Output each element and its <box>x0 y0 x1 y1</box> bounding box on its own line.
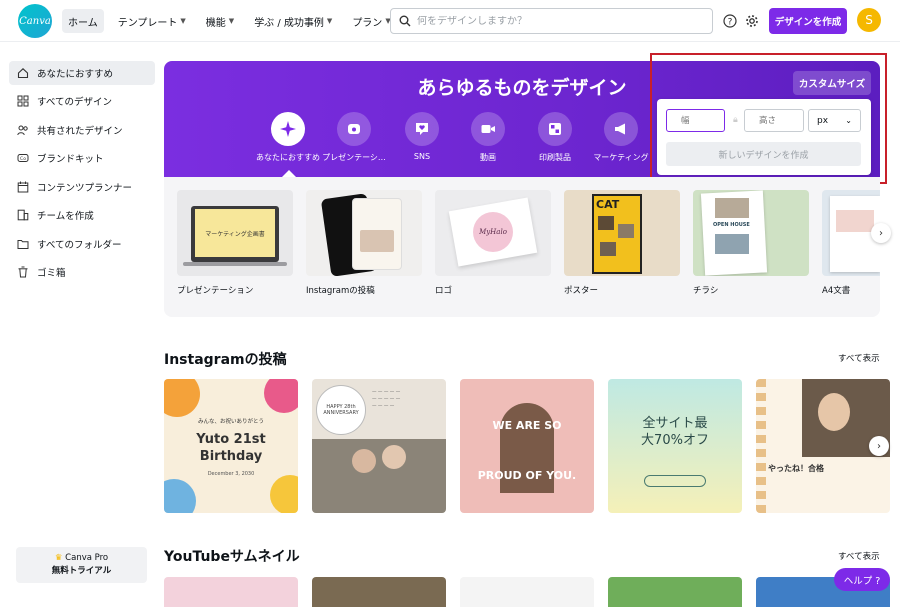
home-icon <box>17 67 29 79</box>
template-thumb: マーケティング企画書 <box>177 190 293 276</box>
svg-text:?: ? <box>728 18 733 28</box>
avatar[interactable]: S <box>857 8 881 32</box>
template-logo[interactable]: MyHalo ロゴ <box>435 190 551 296</box>
folder-icon <box>17 238 29 250</box>
sidebar-item-label: 共有されたデザイン <box>37 126 123 137</box>
sparkle-icon <box>271 112 305 146</box>
sidebar-item-shared[interactable]: 共有されたデザイン <box>9 118 155 142</box>
template-a4[interactable]: A4文書 <box>822 190 880 296</box>
trash-icon <box>17 266 29 278</box>
youtube-see-all[interactable]: すべて表示 <box>838 550 880 562</box>
highlight-box <box>650 53 887 184</box>
hero-cat-presentation[interactable]: プレゼンテーシ… <box>322 112 386 163</box>
sidebar-item-content-planner[interactable]: コンテンツプランナー <box>9 175 155 199</box>
help-icon[interactable]: ? <box>721 12 739 30</box>
video-icon <box>471 112 505 146</box>
template-thumb: CAT <box>564 190 680 276</box>
create-design-button[interactable]: デザインを作成 <box>769 8 847 34</box>
instagram-card-proud[interactable]: WE ARE SO PROUD OF YOU. <box>460 379 594 513</box>
megaphone-icon <box>604 112 638 146</box>
heart-chat-icon <box>405 112 439 146</box>
sidebar-item-label: ブランドキット <box>37 154 104 165</box>
instagram-card-anniversary[interactable]: HAPPY 28th ANNIVERSARY — — — — — — — — — … <box>312 379 446 513</box>
nav-home[interactable]: ホーム <box>62 9 104 33</box>
hero-cat-video[interactable]: 動画 <box>456 112 520 163</box>
brand-kit-icon: Co <box>17 152 29 164</box>
template-thumb <box>306 190 422 276</box>
grid-icon <box>17 95 29 107</box>
nav-templates[interactable]: テンプレート ▼ <box>112 9 192 33</box>
sidebar-item-label: すべてのデザイン <box>37 97 112 108</box>
gear-icon[interactable] <box>743 12 761 30</box>
instagram-next-button[interactable]: › <box>869 436 889 456</box>
instagram-section-title: Instagramの投稿 <box>164 352 287 368</box>
instagram-card-birthday[interactable]: みんな、お祝いありがとう Yuto 21st Birthday December… <box>164 379 298 513</box>
youtube-section-title: YouTubeサムネイル <box>164 549 300 565</box>
search-input[interactable] <box>417 15 697 27</box>
chevron-down-icon: ▼ <box>326 17 333 25</box>
sidebar-item-label: ゴミ箱 <box>37 268 66 279</box>
youtube-thumb[interactable] <box>460 577 594 607</box>
template-poster[interactable]: CAT ポスター <box>564 190 680 296</box>
users-icon <box>17 124 29 136</box>
main-nav: ホーム テンプレート ▼ 機能 ▼ 学ぶ / 成功事例 ▼ プラン ▼ <box>62 9 397 33</box>
instagram-see-all[interactable]: すべて表示 <box>838 352 880 364</box>
search-icon <box>399 15 411 27</box>
search-box[interactable] <box>390 8 713 34</box>
template-strip: マーケティング企画書 プレゼンテーション Instagramの投稿 MyHalo… <box>164 177 880 317</box>
template-thumb: OPEN HOUSE <box>693 190 809 276</box>
calendar-icon <box>17 181 29 193</box>
sidebar-item-trash[interactable]: ゴミ箱 <box>9 260 155 284</box>
sidebar-item-label: コンテンツプランナー <box>37 183 133 194</box>
nav-learn[interactable]: 学ぶ / 成功事例 ▼ <box>248 9 338 33</box>
canva-pro-trial[interactable]: ♛ Canva Pro 無料トライアル <box>16 547 147 583</box>
sidebar-item-for-you[interactable]: あなたにおすすめ <box>9 61 155 85</box>
chevron-down-icon: ▼ <box>228 17 235 25</box>
sidebar-item-all-designs[interactable]: すべてのデザイン <box>9 89 155 113</box>
sidebar-item-label: チームを作成 <box>37 211 94 222</box>
top-bar: Canva ホーム テンプレート▼ 機能▼ 学ぶ / 成功事例▼ プラン▼ ? … <box>0 0 900 42</box>
print-icon <box>538 112 572 146</box>
instagram-card-sale[interactable]: 全サイト最大70%オフ <box>608 379 742 513</box>
youtube-thumb[interactable] <box>608 577 742 607</box>
sidebar-item-brand-kit[interactable]: Co ブランドキット <box>9 146 155 170</box>
hero-cat-print[interactable]: 印刷製品 <box>523 112 587 163</box>
active-category-indicator <box>282 170 296 177</box>
presentation-icon <box>337 112 371 146</box>
canva-logo[interactable]: Canva <box>18 4 52 38</box>
building-icon <box>17 209 29 221</box>
hero-cat-sns[interactable]: SNS <box>390 112 454 161</box>
sidebar: あなたにおすすめ すべてのデザイン 共有されたデザイン Co ブランドキット コ… <box>0 42 163 600</box>
sidebar-item-label: すべてのフォルダー <box>37 240 122 251</box>
crown-icon: ♛ <box>54 553 63 563</box>
youtube-thumb[interactable] <box>164 577 298 607</box>
chevron-right-icon: › <box>879 227 883 239</box>
template-instagram[interactable]: Instagramの投稿 <box>306 190 422 296</box>
template-presentation[interactable]: マーケティング企画書 プレゼンテーション <box>177 190 293 296</box>
template-thumb: MyHalo <box>435 190 551 276</box>
chevron-right-icon: › <box>877 440 881 452</box>
sidebar-item-label: あなたにおすすめ <box>37 69 114 80</box>
hero-cat-marketing[interactable]: マーケティング <box>589 112 653 163</box>
svg-text:Co: Co <box>20 156 26 162</box>
chevron-down-icon: ▼ <box>180 17 186 25</box>
youtube-thumb[interactable] <box>312 577 446 607</box>
sidebar-item-create-team[interactable]: チームを作成 <box>9 203 155 227</box>
sidebar-item-all-folders[interactable]: すべてのフォルダー <box>9 232 155 256</box>
help-button[interactable]: ヘルプ ? <box>834 568 890 591</box>
hero-cat-for-you[interactable]: あなたにおすすめ <box>256 112 320 163</box>
templates-next-button[interactable]: › <box>871 223 891 243</box>
template-flyer[interactable]: OPEN HOUSE チラシ <box>693 190 809 296</box>
nav-features[interactable]: 機能 ▼ <box>200 9 240 33</box>
